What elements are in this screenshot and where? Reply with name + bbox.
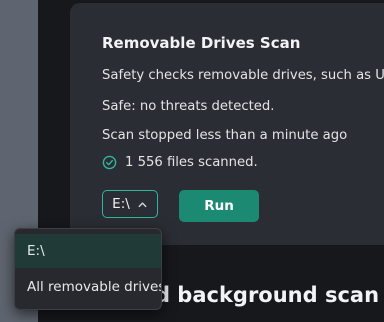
drive-select-value: E:\ (112, 196, 130, 212)
dropdown-option-e-drive[interactable]: E:\ (15, 234, 161, 268)
dropdown-option-all-removable[interactable]: All removable drives (15, 270, 161, 304)
section-heading: nd background scan (140, 283, 380, 307)
card-description: Safety checks removable drives, such as … (102, 68, 384, 83)
last-scan-text: Scan stopped less than a minute ago (102, 128, 348, 143)
drive-dropdown-menu: E:\ All removable drives (14, 228, 162, 310)
drive-select[interactable]: E:\ (102, 190, 158, 218)
files-scanned-row: 1 556 files scanned. (102, 155, 258, 170)
files-scanned-text: 1 556 files scanned. (125, 155, 258, 170)
run-button[interactable]: Run (179, 190, 259, 222)
check-circle-icon (102, 155, 117, 170)
card-title: Removable Drives Scan (102, 34, 301, 52)
scan-status-text: Safe: no threats detected. (102, 99, 275, 114)
chevron-up-icon (138, 201, 147, 207)
